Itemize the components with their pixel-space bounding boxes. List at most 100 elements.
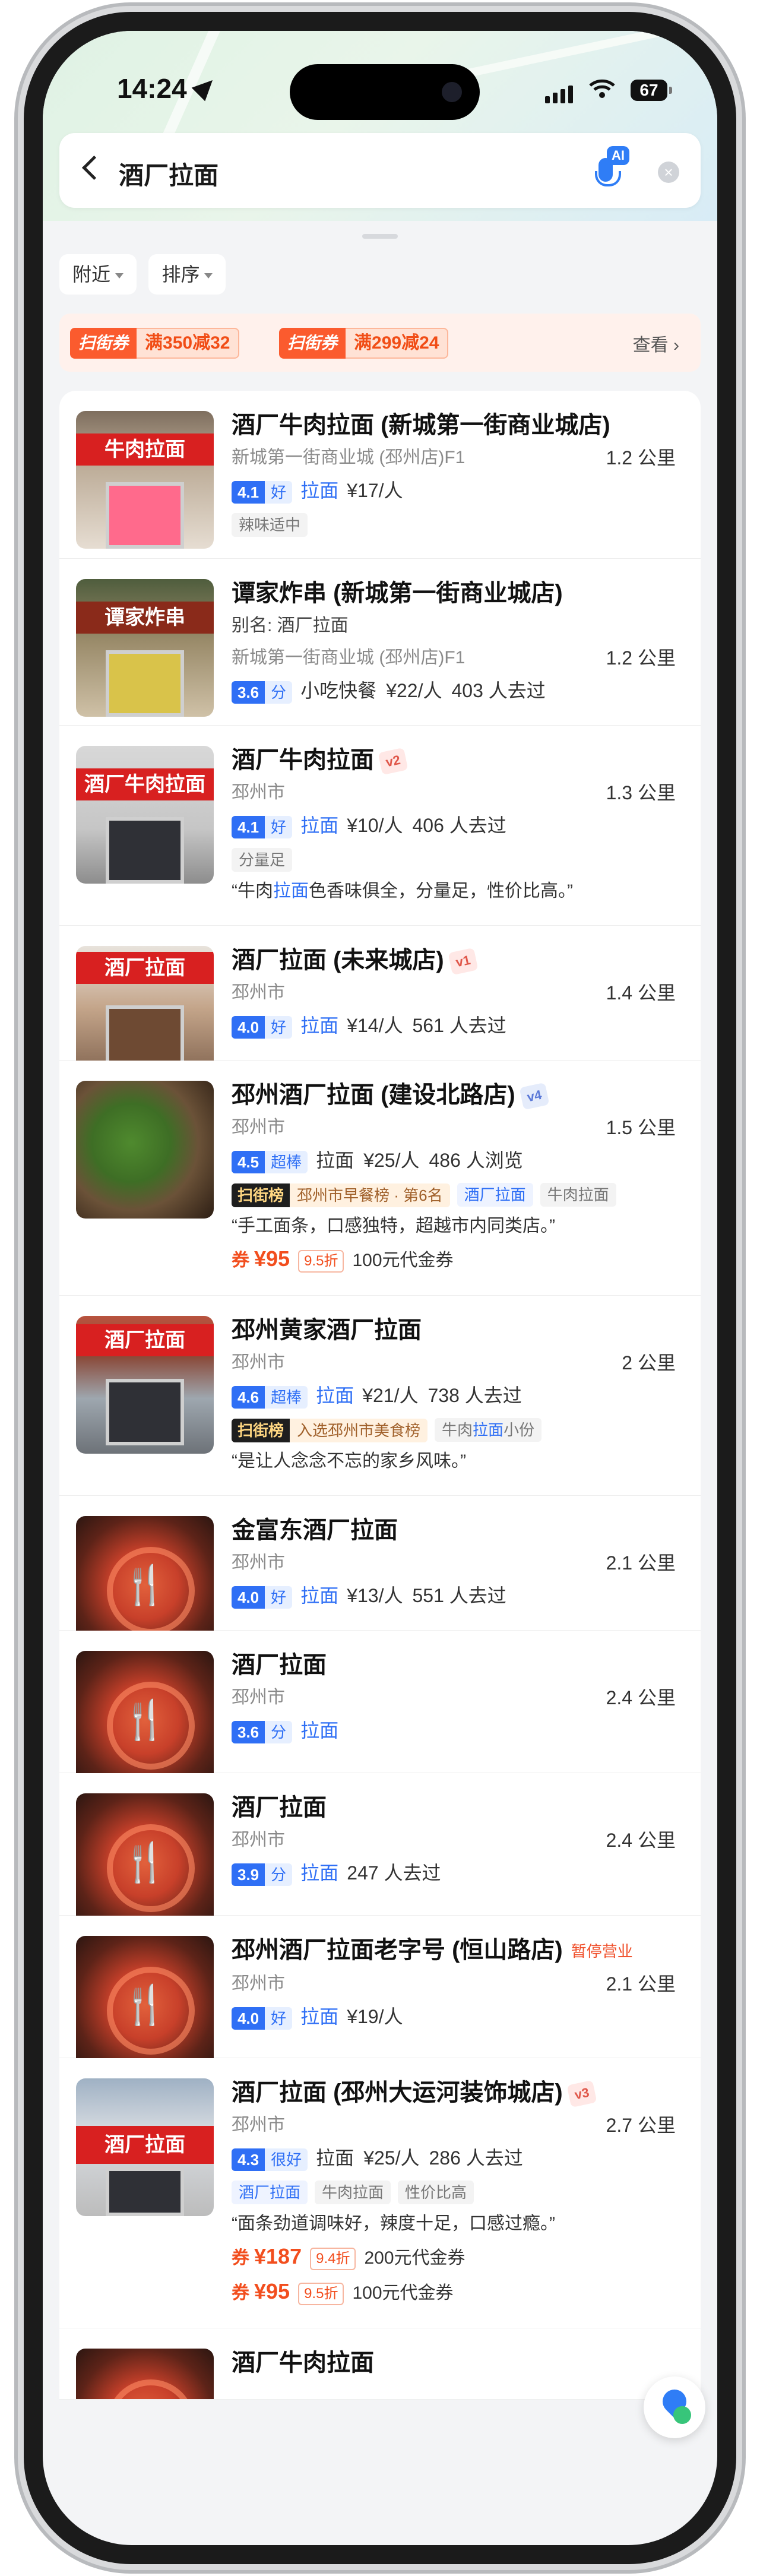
ai-voice-button[interactable]: AI <box>593 145 640 192</box>
store-distance: 2.4 公里 <box>606 1687 676 1708</box>
map-location-button[interactable] <box>644 2376 705 2438</box>
store-category: 拉面 <box>300 1015 339 1036</box>
feature-tag: 辣味适中 <box>232 513 308 537</box>
list-item[interactable]: 邳州酒厂拉面 (建设北路店) v4 邳州市 1.5 公里 4.5 超棒 拉面 ¥25/人 4… <box>59 1061 701 1296</box>
result-list: 牛肉拉面 酒厂牛肉拉面 (新城第一街商业城店) 新城第一街商业城 (邳州店)F1… <box>59 391 701 2400</box>
sheet-handle[interactable] <box>362 234 398 239</box>
rating-word: 好 <box>265 815 293 838</box>
rating-score: 4.6 <box>232 1385 265 1409</box>
store-name: 邳州酒厂拉面老字号 (恒山路店) <box>232 1937 563 1963</box>
store-price: ¥22/人 <box>386 680 442 701</box>
store-distance: 1.4 公里 <box>606 982 676 1004</box>
tag-text: 小份 <box>504 1421 535 1439</box>
coupon-2[interactable]: 扫街券 满299减24 <box>279 328 449 359</box>
rating-word: 好 <box>265 480 293 504</box>
list-item[interactable]: 🍴 邳州酒厂拉面老字号 (恒山路店) 暂停营业 邳州市 2.1 公里 4.0 好拉面 ¥… <box>59 1916 701 2074</box>
store-price: ¥10/人 <box>347 815 403 836</box>
location-dot-icon <box>673 2406 691 2424</box>
level-badge: v4 <box>519 1083 550 1110</box>
store-distance: 1.2 公里 <box>606 447 676 469</box>
store-address: 邳州市 <box>232 1830 285 1850</box>
status-bar: 14:24 67 <box>43 31 717 120</box>
placeholder-photo <box>76 2349 214 2399</box>
deal-price: ¥187 <box>254 2244 302 2268</box>
list-item[interactable]: 酒厂拉面 邳州黄家酒厂拉面 邳州市 2 公里 4.6 超棒 拉面 ¥21/人 738 人去… <box>59 1296 701 1496</box>
list-item[interactable]: 酒厂牛肉拉面 <box>59 2328 701 2400</box>
store-address: 邳州市 <box>232 2115 285 2135</box>
store-price: ¥21/人 <box>362 1385 419 1406</box>
back-icon[interactable] <box>81 155 107 181</box>
store-category: 拉面 <box>316 1385 354 1406</box>
store-name: 酒厂拉面 <box>232 1795 327 1821</box>
store-distance: 1.5 公里 <box>606 1117 676 1138</box>
list-item[interactable]: 牛肉拉面 酒厂牛肉拉面 (新城第一街商业城店) 新城第一街商业城 (邳州店)F1… <box>59 391 701 559</box>
coupon-tag: 扫街券 <box>70 328 137 359</box>
level-badge: v1 <box>448 948 479 976</box>
list-item[interactable]: 酒厂牛肉拉面 酒厂牛肉拉面 v2 邳州市 1.3 公里 4.1 好拉面 ¥10/人 406… <box>59 726 701 926</box>
store-category: 拉面 <box>300 2006 339 2028</box>
store-price: ¥17/人 <box>347 480 403 501</box>
store-visits: 738 人去过 <box>428 1385 522 1406</box>
filter-bar: 附近 排序 <box>59 254 235 297</box>
dish-photo <box>76 1081 214 1219</box>
list-item[interactable]: 🍴 金富东酒厂拉面 邳州市 2.1 公里 4.0 好拉面 ¥13/人 551 人去过 <box>59 1496 701 1654</box>
store-price: ¥25/人 <box>363 1150 420 1171</box>
deal-row[interactable]: 券 ¥187 9.4折 200元代金券 <box>232 2240 676 2275</box>
store-door <box>106 482 184 549</box>
store-category: 拉面 <box>300 480 339 501</box>
deal-label: 券 <box>232 2248 249 2268</box>
list-item[interactable]: 谭家炸串 谭家炸串 (新城第一街商业城店) 别名: 酒厂拉面 新城第一街商业城 … <box>59 559 701 726</box>
store-visits: 403 人去过 <box>451 680 546 701</box>
store-address: 邳州市 <box>232 1118 285 1137</box>
rating-score: 4.0 <box>232 1586 265 1609</box>
search-bar[interactable]: 酒厂拉面 AI × <box>59 133 701 208</box>
feature-tag: 性价比高 <box>398 2181 474 2204</box>
store-distance: 2.7 公里 <box>606 2115 676 2136</box>
coupon-view-more-link[interactable]: 查看 › <box>633 330 679 356</box>
filter-sort[interactable]: 排序 <box>148 254 226 295</box>
store-address: 新城第一街商业城 (邳州店)F1 <box>232 648 466 667</box>
store-distance: 2.1 公里 <box>606 1973 676 1995</box>
ranking-badge[interactable]: 扫街榜 邳州市早餐榜 · 第6名 <box>232 1183 450 1207</box>
list-item[interactable]: 酒厂拉面 酒厂拉面 (未来城店) v1 邳州市 1.4 公里 4.0 好拉面 ¥14/人… <box>59 926 701 1084</box>
screen: 14:24 67 酒厂拉面 AI × 附近 排序 扫街券 满350减32 扫街券… <box>43 31 717 2545</box>
store-category: 小吃快餐 <box>300 680 377 701</box>
rating-score: 4.0 <box>232 2007 265 2030</box>
store-photo: 酒厂牛肉拉面 <box>76 746 214 884</box>
rating-word: 好 <box>265 1586 293 1609</box>
store-name: 邳州黄家酒厂拉面 <box>232 1317 422 1343</box>
store-name: 酒厂拉面 (未来城店) <box>232 947 444 973</box>
store-sign: 酒厂牛肉拉面 <box>76 768 214 800</box>
feature-tag: 分量足 <box>232 848 293 872</box>
deal-row[interactable]: 券 ¥95 9.5折 100元代金券 <box>232 2275 676 2310</box>
deal-price: ¥95 <box>254 2279 290 2303</box>
feature-tag: 牛肉拉面 <box>540 1183 616 1207</box>
coupon-1[interactable]: 扫街券 满350减32 <box>70 328 240 359</box>
list-item[interactable]: 酒厂拉面 酒厂拉面 (邳州大运河装饰城店) v3 邳州市 2.7 公里 4.3 很好拉… <box>59 2058 701 2328</box>
store-name: 酒厂拉面 <box>232 1652 327 1678</box>
store-address: 邳州市 <box>232 983 285 1002</box>
store-distance: 2 公里 <box>622 1352 676 1374</box>
clear-icon[interactable]: × <box>658 162 679 183</box>
store-door <box>106 650 184 717</box>
ranking-badge[interactable]: 扫街榜 入选邳州市美食榜 <box>232 1418 428 1442</box>
microphone-stand <box>595 171 621 186</box>
coupon-tag: 扫街券 <box>279 328 346 359</box>
list-item[interactable]: 🍴 酒厂拉面 邳州市 2.4 公里 3.9 分拉面 247 人去过 <box>59 1773 701 1931</box>
utensils-icon: 🍴 <box>121 1841 169 1884</box>
filter-sort-label: 排序 <box>162 264 200 285</box>
store-alias: 别名: 酒厂拉面 <box>232 616 349 635</box>
list-item[interactable]: 🍴 酒厂拉面 邳州市 2.4 公里 3.6 分拉面 <box>59 1631 701 1789</box>
rating-score: 4.1 <box>232 480 265 504</box>
chevron-down-icon <box>115 273 124 279</box>
deal-label: 券 <box>232 2283 249 2303</box>
coupon-banner[interactable]: 扫街券 满350减32 扫街券 满299减24 查看 › <box>59 314 701 372</box>
wifi-icon <box>589 79 615 98</box>
filter-nearby[interactable]: 附近 <box>59 254 137 295</box>
deal-label: 券 <box>232 1251 249 1270</box>
battery-icon: 67 <box>631 80 672 101</box>
deal-row[interactable]: 券 ¥95 9.5折 100元代金券 <box>232 1242 676 1277</box>
dynamic-island <box>290 64 480 120</box>
search-input[interactable]: 酒厂拉面 <box>119 156 218 192</box>
rating-score: 3.9 <box>232 1863 265 1886</box>
